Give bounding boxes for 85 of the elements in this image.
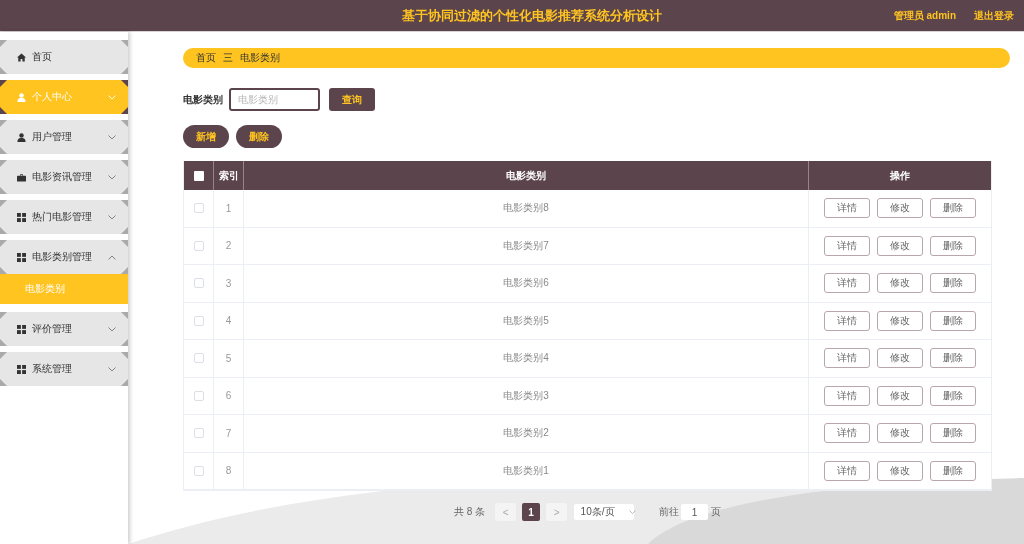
edit-button[interactable]: 修改: [877, 198, 923, 219]
search-button[interactable]: 查询: [329, 88, 375, 111]
table-cell: 7: [214, 415, 244, 452]
table-cell: 电影类别2: [244, 415, 809, 452]
table-cell: 8: [214, 452, 244, 489]
caret-down-icon: [628, 510, 636, 514]
delete-button[interactable]: 删除: [236, 125, 282, 148]
current-user-label: 管理员 admin: [893, 8, 956, 23]
app-title: 基于协同过滤的个性化电影推荐系统分析设计: [401, 6, 662, 25]
breadcrumb-separator: 三: [223, 51, 233, 65]
delete-button[interactable]: 删除: [930, 198, 976, 219]
row-checkbox[interactable]: [193, 428, 204, 439]
row-checkbox[interactable]: [193, 353, 204, 364]
sidebar-menu-item[interactable]: 电影资讯管理: [0, 160, 128, 194]
column-header: 电影类别: [244, 161, 809, 190]
table-cell: 2: [214, 227, 244, 264]
delete-button[interactable]: 删除: [930, 423, 976, 444]
detail-button[interactable]: 详情: [824, 310, 870, 331]
column-header: 操作: [889, 168, 911, 183]
row-checkbox[interactable]: [193, 315, 204, 326]
delete-button[interactable]: 删除: [930, 348, 976, 369]
add-button[interactable]: 新增: [183, 125, 229, 148]
sidebar-menu-item[interactable]: 评价管理: [0, 312, 128, 346]
sidebar-menu-item[interactable]: 首页: [0, 40, 128, 74]
sidebar-menu-item[interactable]: 电影类别管理: [0, 240, 128, 274]
edit-button[interactable]: 修改: [877, 423, 923, 444]
row-checkbox[interactable]: [193, 240, 204, 251]
page-number-button[interactable]: 1: [522, 503, 541, 521]
person-icon: [17, 92, 26, 102]
house-icon: [17, 52, 26, 62]
delete-button[interactable]: 删除: [930, 310, 976, 331]
logout-link[interactable]: 退出登录: [974, 8, 1014, 23]
search-field[interactable]: 电影类别: [229, 88, 320, 111]
detail-button[interactable]: 详情: [824, 385, 870, 406]
grid-icon: [17, 364, 26, 374]
total-count: 共 8 条: [453, 505, 486, 519]
delete-button[interactable]: 删除: [930, 235, 976, 256]
delete-button[interactable]: 删除: [930, 273, 976, 294]
detail-button[interactable]: 详情: [824, 348, 870, 369]
table-cell: 电影类别1: [244, 452, 809, 489]
grid-icon: [17, 252, 26, 262]
sidebar-menu-item[interactable]: 用户管理: [0, 120, 128, 154]
row-checkbox[interactable]: [193, 203, 204, 214]
breadcrumb-current: 电影类别: [240, 51, 280, 65]
table-cell: 1: [214, 190, 244, 227]
sidebar-menu-item[interactable]: 热门电影管理: [0, 200, 128, 234]
detail-button[interactable]: 详情: [824, 460, 870, 481]
detail-button[interactable]: 详情: [824, 198, 870, 219]
edit-button[interactable]: 修改: [877, 460, 923, 481]
table-cell: 3: [214, 265, 244, 302]
table-cell: 电影类别7: [244, 227, 809, 264]
breadcrumb-link[interactable]: 首页: [196, 51, 216, 65]
table-cell: 4: [214, 302, 244, 339]
table-cell: 电影类别5: [244, 302, 809, 339]
row-checkbox[interactable]: [193, 465, 204, 476]
delete-button[interactable]: 删除: [930, 385, 976, 406]
grid-icon: [17, 212, 26, 222]
edit-button[interactable]: 修改: [877, 310, 923, 331]
table-cell: 6: [214, 377, 244, 414]
page-size-select[interactable]: 10条/页: [574, 504, 635, 520]
table-cell: 电影类别4: [244, 340, 809, 377]
select-all-checkbox[interactable]: [193, 170, 204, 181]
page-suffix-label: 页: [711, 505, 722, 519]
row-checkbox[interactable]: [193, 390, 204, 401]
goto-page-field[interactable]: 1: [681, 504, 709, 520]
sidebar-menu-item[interactable]: 系统管理: [0, 352, 128, 386]
table-cell: 电影类别8: [244, 190, 809, 227]
table-cell: 5: [214, 340, 244, 377]
detail-button[interactable]: 详情: [824, 273, 870, 294]
search-label: 电影类别: [183, 92, 223, 107]
detail-button[interactable]: 详情: [824, 235, 870, 256]
table-cell: 电影类别6: [244, 265, 809, 302]
edit-button[interactable]: 修改: [877, 235, 923, 256]
delete-button[interactable]: 删除: [930, 460, 976, 481]
row-checkbox[interactable]: [193, 278, 204, 289]
column-header: 索引: [214, 161, 244, 190]
table-cell: 电影类别3: [244, 377, 809, 414]
detail-button[interactable]: 详情: [824, 423, 870, 444]
grid-icon: [17, 324, 26, 334]
edit-button[interactable]: 修改: [877, 385, 923, 406]
edit-button[interactable]: 修改: [877, 348, 923, 369]
person-icon: [17, 132, 26, 142]
edit-button[interactable]: 修改: [877, 273, 923, 294]
briefcase-icon: [17, 172, 26, 182]
goto-label: 前往: [659, 505, 680, 519]
